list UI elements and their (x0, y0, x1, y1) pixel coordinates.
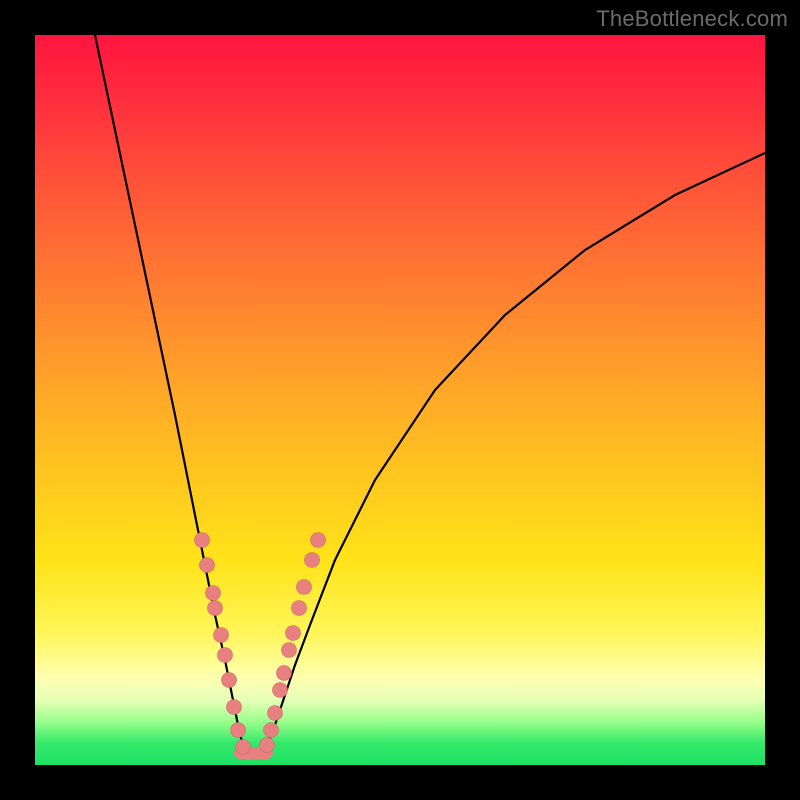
plot-area (35, 35, 765, 765)
data-dot (305, 553, 320, 568)
data-dot (277, 666, 292, 681)
data-dot (227, 700, 242, 715)
data-dot (231, 723, 246, 738)
curve-svg (35, 35, 765, 765)
data-dot (282, 643, 297, 658)
data-dot (260, 738, 275, 753)
data-dot (218, 648, 233, 663)
data-dot (200, 558, 215, 573)
data-dot (195, 533, 210, 548)
data-dot (311, 533, 326, 548)
data-dot (206, 586, 221, 601)
data-dot (292, 601, 307, 616)
data-dot (214, 628, 229, 643)
curve-left-branch (95, 35, 245, 750)
data-dot (264, 723, 279, 738)
curve-right-branch (265, 153, 765, 750)
data-dot (268, 706, 283, 721)
data-dot (222, 673, 237, 688)
chart-frame: TheBottleneck.com (0, 0, 800, 800)
data-dot (297, 580, 312, 595)
data-dot (208, 601, 223, 616)
dot-cluster-left (195, 533, 251, 755)
watermark-text: TheBottleneck.com (596, 6, 788, 32)
data-dot (286, 626, 301, 641)
data-dot (236, 740, 251, 755)
dot-cluster-right (260, 533, 326, 753)
data-dot (273, 683, 288, 698)
